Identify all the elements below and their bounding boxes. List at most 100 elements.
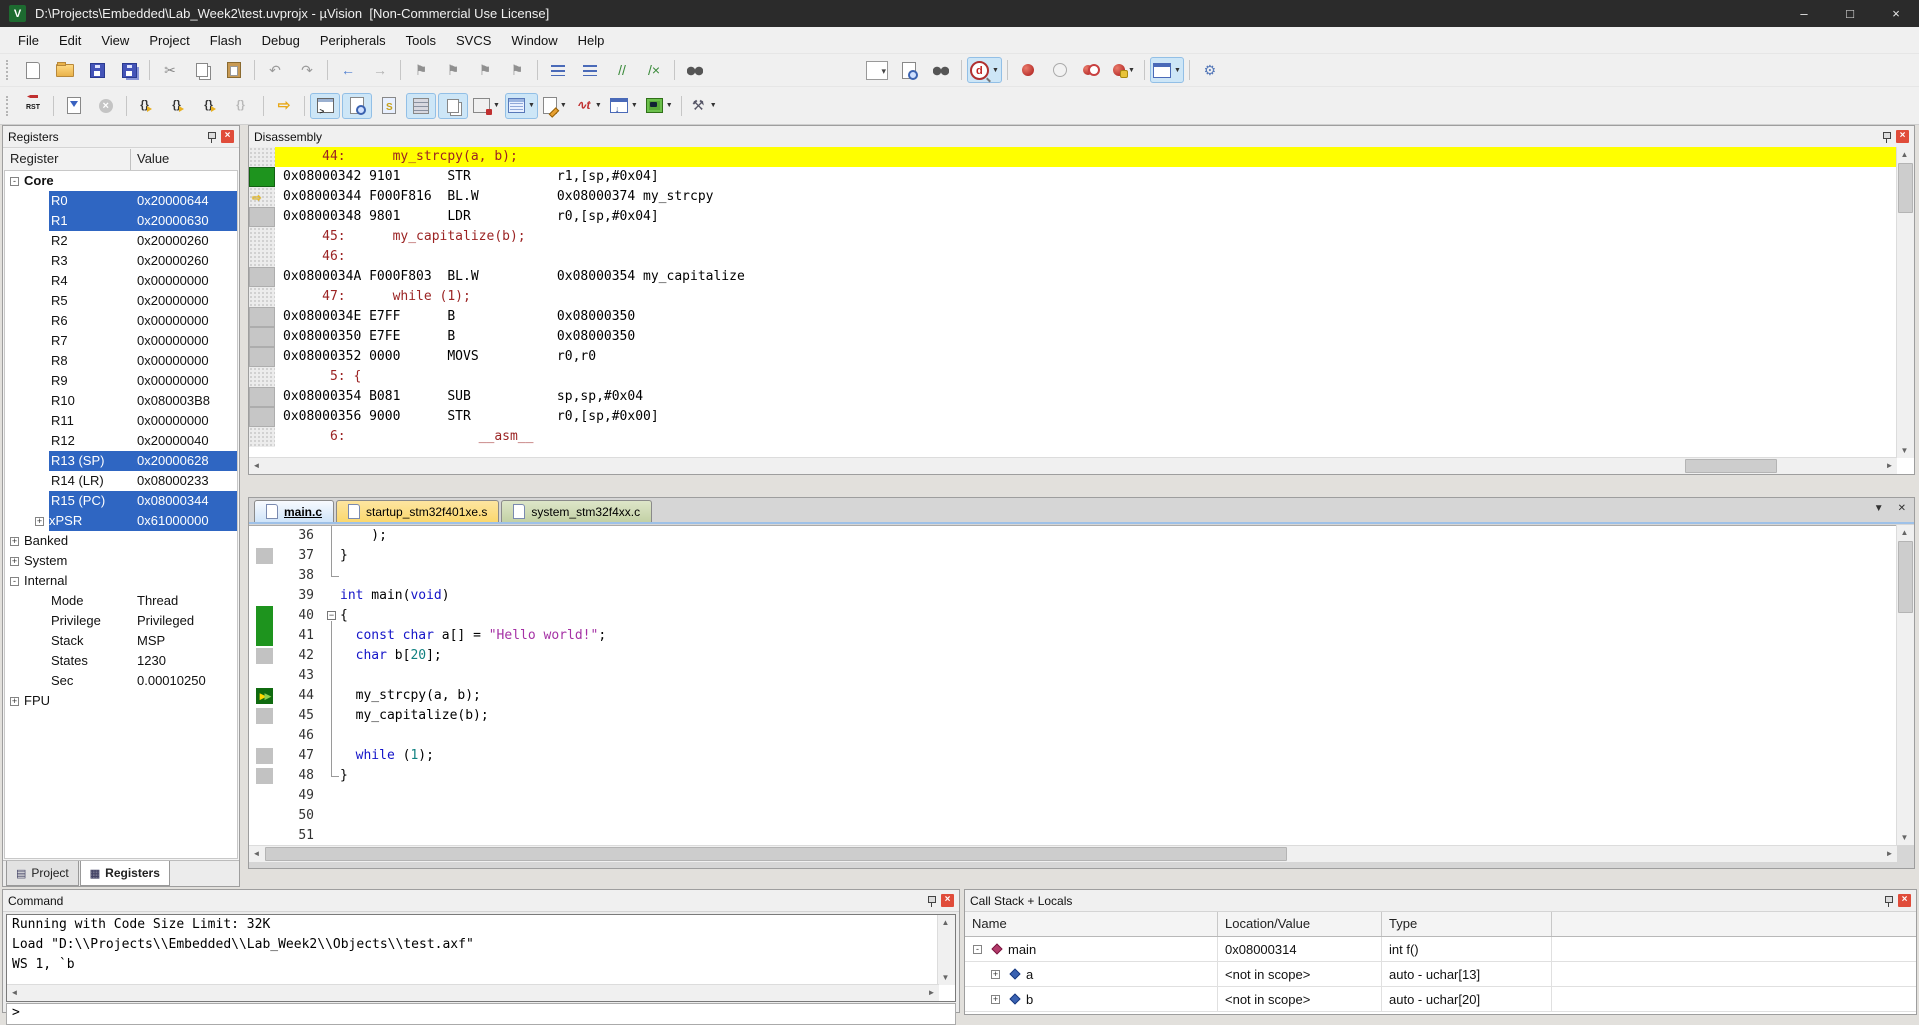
maximize-button[interactable]: □ — [1827, 0, 1873, 27]
register-row[interactable]: R15 (PC)0x08000344 — [5, 491, 237, 511]
register-row[interactable]: Sec0.00010250 — [5, 671, 237, 691]
dropdown-caret-icon[interactable]: ▼ — [710, 102, 717, 109]
tree-expand-icon[interactable]: + — [10, 537, 19, 546]
scroll-left-icon[interactable]: ◄ — [249, 846, 264, 861]
scroll-left-icon[interactable]: ◄ — [249, 458, 264, 473]
stop-icon[interactable] — [91, 93, 121, 119]
scroll-down-icon[interactable]: ▼ — [938, 970, 953, 985]
editor-line[interactable]: 47 while (1); — [249, 746, 1897, 766]
pin-icon[interactable] — [207, 131, 216, 143]
editor-line[interactable]: 48} — [249, 766, 1897, 786]
menu-item-svcs[interactable]: SVCS — [446, 29, 501, 52]
menu-item-edit[interactable]: Edit — [49, 29, 91, 52]
callstack-row[interactable]: +b<not in scope>auto - uchar[20] — [965, 987, 1916, 1012]
navigate-forward-icon[interactable]: → — [365, 57, 395, 83]
disassembly-vscrollbar[interactable]: ▲ ▼ — [1896, 147, 1914, 458]
register-row[interactable]: R80x00000000 — [5, 351, 237, 371]
debug-restore-views-icon[interactable]: ▼ — [1150, 57, 1184, 83]
redo-icon[interactable]: ↷ — [292, 57, 322, 83]
save-icon[interactable] — [82, 57, 112, 83]
register-row[interactable]: +Banked — [5, 531, 237, 551]
tree-expand-icon[interactable]: + — [35, 517, 44, 526]
dropdown-caret-icon[interactable]: ▼ — [560, 102, 567, 109]
disassembly-line[interactable]: 45: my_capitalize(b); — [249, 227, 1897, 247]
editor-line[interactable]: 46 — [249, 726, 1897, 746]
register-row[interactable]: R13 (SP)0x20000628 — [5, 451, 237, 471]
scroll-right-icon[interactable]: ► — [1882, 458, 1897, 473]
register-row[interactable]: R00x20000644 — [5, 191, 237, 211]
trace-window-icon[interactable]: ▼ — [607, 93, 641, 119]
toolbar-handle[interactable] — [6, 60, 12, 80]
location-column-header[interactable]: Location/Value — [1218, 912, 1382, 936]
disable-breakpoint-icon[interactable] — [1045, 57, 1075, 83]
open-file-icon[interactable] — [50, 57, 80, 83]
register-row[interactable]: R30x20000260 — [5, 251, 237, 271]
step-into-icon[interactable]: {} — [132, 93, 162, 119]
close-icon[interactable]: × — [941, 894, 954, 907]
disassembly-hscrollbar[interactable]: ◄ ► — [249, 457, 1897, 474]
undo-icon[interactable]: ↶ — [260, 57, 290, 83]
run-to-cursor-icon[interactable]: {} — [228, 93, 258, 119]
register-row[interactable]: R90x00000000 — [5, 371, 237, 391]
disassembly-line[interactable]: 5: { — [249, 367, 1897, 387]
dropdown-caret-icon[interactable]: ▼ — [1128, 67, 1135, 74]
tree-expand-icon[interactable]: - — [10, 177, 19, 186]
register-row[interactable]: R110x00000000 — [5, 411, 237, 431]
editor-line[interactable]: 42 char b[20]; — [249, 646, 1897, 666]
editor-line[interactable]: 39int main(void) — [249, 586, 1897, 606]
configure-target-icon[interactable]: ⚙ — [1195, 57, 1225, 83]
minimize-button[interactable]: – — [1781, 0, 1827, 27]
editor-tab-system_stm32f4xx.c[interactable]: system_stm32f4xx.c — [501, 500, 652, 522]
scroll-right-icon[interactable]: ► — [1882, 846, 1897, 861]
scroll-left-icon[interactable]: ◄ — [7, 985, 22, 1000]
panel-tab-project[interactable]: ▤Project — [6, 861, 79, 886]
editor-line[interactable]: 36 ); — [249, 526, 1897, 546]
scrollbar-thumb[interactable] — [265, 847, 1287, 861]
tree-expand-icon[interactable]: + — [991, 995, 1000, 1004]
editor-line[interactable]: 49 — [249, 786, 1897, 806]
fold-collapse-icon[interactable]: − — [327, 611, 336, 620]
show-next-statement-icon[interactable]: ⇨ — [269, 93, 299, 119]
uncomment-icon[interactable]: /× — [639, 57, 669, 83]
find-in-files-icon[interactable] — [680, 57, 710, 83]
menu-item-peripherals[interactable]: Peripherals — [310, 29, 396, 52]
dropdown-caret-icon[interactable]: ▼ — [992, 67, 999, 74]
register-row[interactable]: PrivilegePrivileged — [5, 611, 237, 631]
disassembly-line[interactable]: 0x08000354 B081 SUB sp,sp,#0x04 — [249, 387, 1897, 407]
register-row[interactable]: +xPSR0x61000000 — [5, 511, 237, 531]
menu-item-debug[interactable]: Debug — [252, 29, 310, 52]
scroll-right-icon[interactable]: ► — [924, 985, 939, 1000]
disassembly-line[interactable]: 47: while (1); — [249, 287, 1897, 307]
indent-icon[interactable] — [543, 57, 573, 83]
register-row[interactable]: R120x20000040 — [5, 431, 237, 451]
register-row[interactable]: R60x00000000 — [5, 311, 237, 331]
close-icon[interactable]: × — [1896, 130, 1909, 143]
toolbar-handle[interactable] — [6, 96, 12, 116]
menu-item-tools[interactable]: Tools — [396, 29, 446, 52]
start-stop-debug-session-icon[interactable]: ▼ — [967, 57, 1002, 83]
toolbox-icon[interactable]: ⚒▼ — [687, 93, 720, 119]
kill-all-breakpoints-icon[interactable] — [1077, 57, 1107, 83]
close-icon[interactable]: × — [221, 130, 234, 143]
command-hscrollbar[interactable]: ◄ ► — [7, 984, 939, 1001]
editor-line[interactable]: 50 — [249, 806, 1897, 826]
disassembly-line[interactable]: 0x08000342 9101 STR r1,[sp,#0x04] — [249, 167, 1897, 187]
register-row[interactable]: +FPU — [5, 691, 237, 711]
editor-line[interactable]: 40−{ — [249, 606, 1897, 626]
editor-hscrollbar[interactable]: ◄ ► — [249, 845, 1897, 862]
editor-vscrollbar[interactable]: ▲ ▼ — [1896, 525, 1914, 845]
menu-item-flash[interactable]: Flash — [200, 29, 252, 52]
close-button[interactable]: × — [1873, 0, 1919, 27]
register-row[interactable]: R20x20000260 — [5, 231, 237, 251]
breakpoints-menu-icon[interactable]: ▼ — [1109, 57, 1139, 83]
clear-bookmarks-icon[interactable]: ⚑ — [502, 57, 532, 83]
menu-item-help[interactable]: Help — [568, 29, 615, 52]
dropdown-caret-icon[interactable]: ▼ — [631, 102, 638, 109]
search-combobox[interactable] — [862, 57, 892, 83]
scrollbar-thumb[interactable] — [1685, 459, 1777, 473]
editor-tab-main.c[interactable]: main.c — [254, 500, 334, 522]
scroll-up-icon[interactable]: ▲ — [1897, 525, 1912, 540]
copy-icon[interactable] — [187, 57, 217, 83]
pin-icon[interactable] — [1882, 131, 1891, 143]
editor-line[interactable]: 37} — [249, 546, 1897, 566]
